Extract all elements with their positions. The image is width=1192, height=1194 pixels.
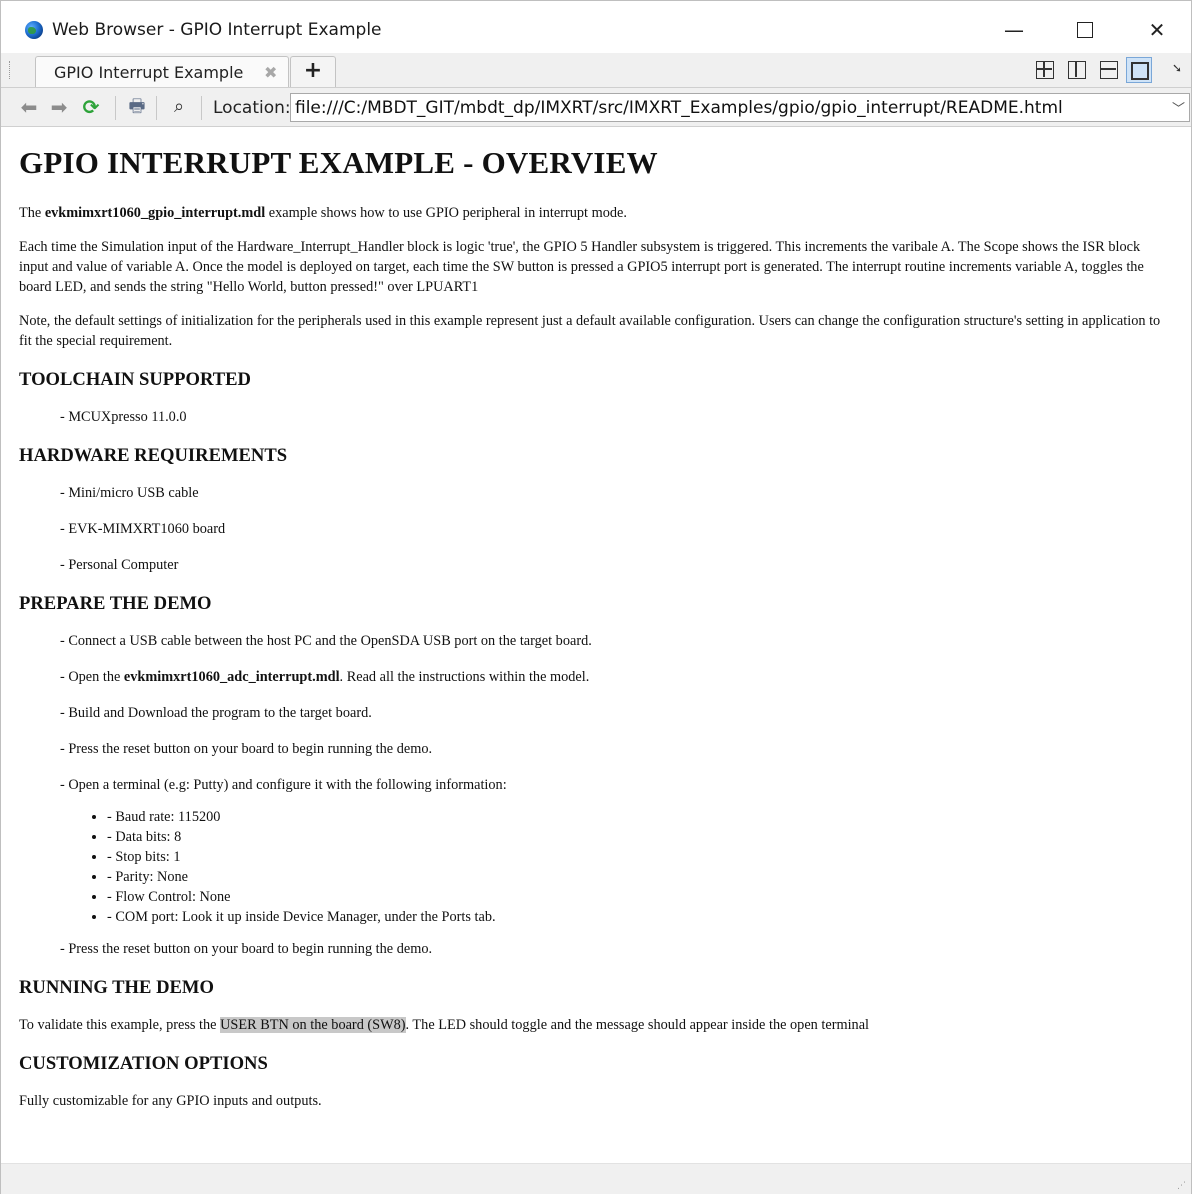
step2-suffix: . Read all the instructions within the m… xyxy=(339,669,590,685)
customization-heading: CUSTOMIZATION OPTIONS xyxy=(19,1053,268,1074)
page-title: GPIO INTERRUPT EXAMPLE - OVERVIEW xyxy=(19,145,658,180)
hardware-heading: HARDWARE REQUIREMENTS xyxy=(19,445,288,466)
tab-bar: GPIO Interrupt Example ✖ + ➘ xyxy=(1,53,1191,88)
print-icon[interactable]: 🖶 xyxy=(125,95,149,119)
chevron-down-icon[interactable]: ﹀ xyxy=(1172,98,1185,117)
serial-settings-list: - Baud rate: 115200 - Data bits: 8 - Sto… xyxy=(19,807,1173,927)
binoculars-icon[interactable]: ⌕ xyxy=(167,95,191,119)
tab-gpio-interrupt-example[interactable]: GPIO Interrupt Example ✖ xyxy=(35,56,289,87)
intro-suffix: example shows how to use GPIO peripheral… xyxy=(265,205,627,221)
prepare-step: - Press the reset button on your board t… xyxy=(60,741,433,757)
customization-paragraph: Fully customizable for any GPIO inputs a… xyxy=(19,1093,322,1109)
globe-icon xyxy=(25,21,43,39)
hardware-item: - Mini/micro USB cable xyxy=(60,485,199,501)
step2-prefix: - Open the xyxy=(60,669,124,685)
status-bar: ⋰ xyxy=(1,1163,1191,1194)
hardware-item: - EVK-MIMXRT1060 board xyxy=(60,521,226,537)
running-heading: RUNNING THE DEMO xyxy=(19,977,214,998)
prepare-step: - Open a terminal (e.g: Putty) and confi… xyxy=(60,777,507,793)
back-arrow-icon[interactable]: ⬅ xyxy=(17,95,41,119)
description-paragraph: Each time the Simulation input of the Ha… xyxy=(19,239,1144,295)
minimize-button[interactable]: — xyxy=(996,15,1032,45)
list-item: - Parity: None xyxy=(107,867,1173,887)
reload-icon[interactable]: ⟳ xyxy=(79,95,103,119)
prepare-step: - Open the evkmimxrt1060_adc_interrupt.m… xyxy=(60,667,1173,687)
toolchain-heading: TOOLCHAIN SUPPORTED xyxy=(19,369,251,390)
window-title: Web Browser - GPIO Interrupt Example xyxy=(52,20,382,40)
intro-paragraph: The evkmimxrt1060_gpio_interrupt.mdl exa… xyxy=(19,203,1173,223)
maximize-icon xyxy=(1077,21,1093,38)
hardware-item: - Personal Computer xyxy=(60,557,179,573)
running-suffix: . The LED should toggle and the message … xyxy=(405,1017,870,1033)
step2-model-name: evkmimxrt1060_adc_interrupt.mdl xyxy=(123,669,340,685)
forward-arrow-icon[interactable]: ➡ xyxy=(47,95,71,119)
close-button[interactable]: ✕ xyxy=(1139,15,1175,45)
overflow-arrow-icon[interactable]: ➘ xyxy=(1172,61,1182,75)
running-prefix: To validate this example, press the xyxy=(19,1017,221,1033)
grid-layout-icon[interactable] xyxy=(1032,57,1058,83)
intro-model-name: evkmimxrt1060_gpio_interrupt.mdl xyxy=(44,205,266,221)
location-label: Location: xyxy=(213,98,291,118)
vertical-split-icon[interactable] xyxy=(1064,57,1090,83)
tab-label: GPIO Interrupt Example xyxy=(54,63,244,82)
prepare-step: - Press the reset button on your board t… xyxy=(60,941,433,957)
prepare-step: - Build and Download the program to the … xyxy=(60,705,372,721)
toolchain-item: - MCUXpresso 11.0.0 xyxy=(60,409,187,425)
list-item: - Stop bits: 1 xyxy=(107,847,1173,867)
list-item: - Baud rate: 115200 xyxy=(107,807,1173,827)
page-content: GPIO INTERRUPT EXAMPLE - OVERVIEW The ev… xyxy=(1,127,1191,1163)
intro-prefix: The xyxy=(19,205,45,221)
prepare-step: - Connect a USB cable between the host P… xyxy=(60,633,592,649)
location-input[interactable] xyxy=(290,93,1190,122)
prepare-heading: PREPARE THE DEMO xyxy=(19,593,212,614)
title-bar: Web Browser - GPIO Interrupt Example — ✕ xyxy=(1,1,1191,53)
new-tab-button[interactable]: + xyxy=(290,56,336,87)
drag-grip-icon[interactable] xyxy=(9,61,13,79)
browser-window: Web Browser - GPIO Interrupt Example — ✕… xyxy=(0,0,1192,1194)
maximize-button[interactable] xyxy=(1067,15,1103,45)
list-item: - COM port: Look it up inside Device Man… xyxy=(107,907,1173,927)
resize-grip-icon[interactable]: ⋰ xyxy=(1177,1181,1187,1191)
list-item: - Flow Control: None xyxy=(107,887,1173,907)
toolbar-separator xyxy=(201,96,202,120)
navigation-toolbar: ⬅ ➡ ⟳ 🖶 ⌕ Location: ﹀ xyxy=(1,88,1191,127)
running-paragraph: To validate this example, press the USER… xyxy=(19,1015,1173,1035)
tab-close-icon[interactable]: ✖ xyxy=(264,63,277,82)
toolbar-separator xyxy=(156,96,157,120)
list-item: - Data bits: 8 xyxy=(107,827,1173,847)
toolbar-separator xyxy=(115,96,116,120)
highlighted-text: USER BTN on the board (SW8) xyxy=(220,1017,406,1033)
single-pane-icon[interactable] xyxy=(1126,57,1152,83)
note-paragraph: Note, the default settings of initializa… xyxy=(19,313,1161,349)
horizontal-split-icon[interactable] xyxy=(1096,57,1122,83)
